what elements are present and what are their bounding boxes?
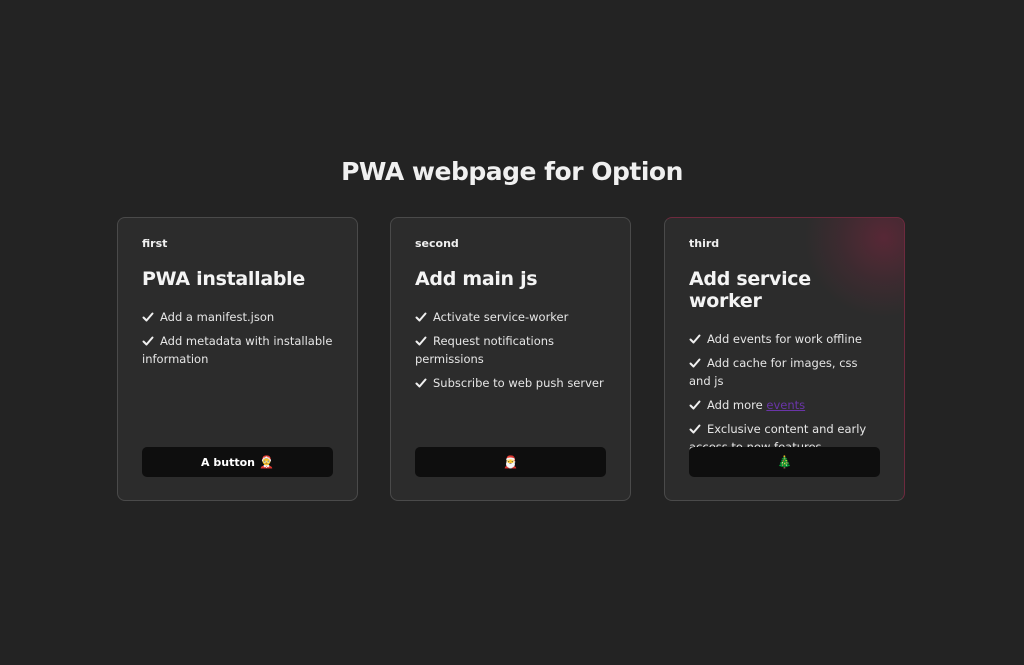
check-icon [689,358,701,368]
check-icon [142,336,154,346]
feature-item: Subscribe to web push server [415,374,606,392]
christmas-tree-icon: 🎄 [777,455,792,469]
card-grid: first PWA installable Add a manifest.jso… [117,217,908,503]
feature-text: Add events for work offline [707,332,862,346]
feature-text: Add metadata with installable informatio… [142,334,333,366]
card-heading: Add service worker [689,268,811,312]
check-icon [689,400,701,410]
feature-item: Add events for work offline [689,330,880,348]
check-icon [415,336,427,346]
feature-text: Request notifications permissions [415,334,555,366]
card-label: third [689,237,720,250]
button-label: A button [201,455,255,469]
feature-item: Add a manifest.json [142,308,333,326]
check-icon [689,424,701,434]
page-title: PWA webpage for Option [341,157,683,186]
a-button[interactable]: A button 🤶 [142,447,333,477]
feature-text: Add more [707,398,767,412]
feature-list: Activate service-worker Request notifica… [415,308,606,392]
card-heading: Add main js [415,268,538,290]
card-second: second Add main js Activate service-work… [390,217,631,501]
feature-item: Add metadata with installable informatio… [142,332,333,368]
card-third: third Add service worker Add events for … [664,217,905,501]
card-heading: PWA installable [142,268,305,290]
feature-text: Activate service-worker [433,310,569,324]
feature-text: Subscribe to web push server [433,376,604,390]
feature-item: Request notifications permissions [415,332,606,368]
check-icon [415,312,427,322]
santa-button[interactable]: 🎅 [415,447,606,477]
feature-text: Add cache for images, css and js [689,356,858,388]
tree-button[interactable]: 🎄 [689,447,880,477]
feature-list: Add a manifest.json Add metadata with in… [142,308,333,368]
feature-item: Add more events [689,396,880,414]
card-label: first [142,237,168,250]
feature-item: Add cache for images, css and js [689,354,880,390]
check-icon [689,334,701,344]
feature-text: Add a manifest.json [160,310,275,324]
check-icon [142,312,154,322]
card-first: first PWA installable Add a manifest.jso… [117,217,358,501]
feature-list: Add events for work offline Add cache fo… [689,330,880,456]
events-link[interactable]: events [766,398,805,412]
check-icon [415,378,427,388]
card-label: second [415,237,459,250]
santa-icon: 🎅 [503,455,518,469]
mrs-claus-icon: 🤶 [259,455,274,469]
feature-item: Activate service-worker [415,308,606,326]
